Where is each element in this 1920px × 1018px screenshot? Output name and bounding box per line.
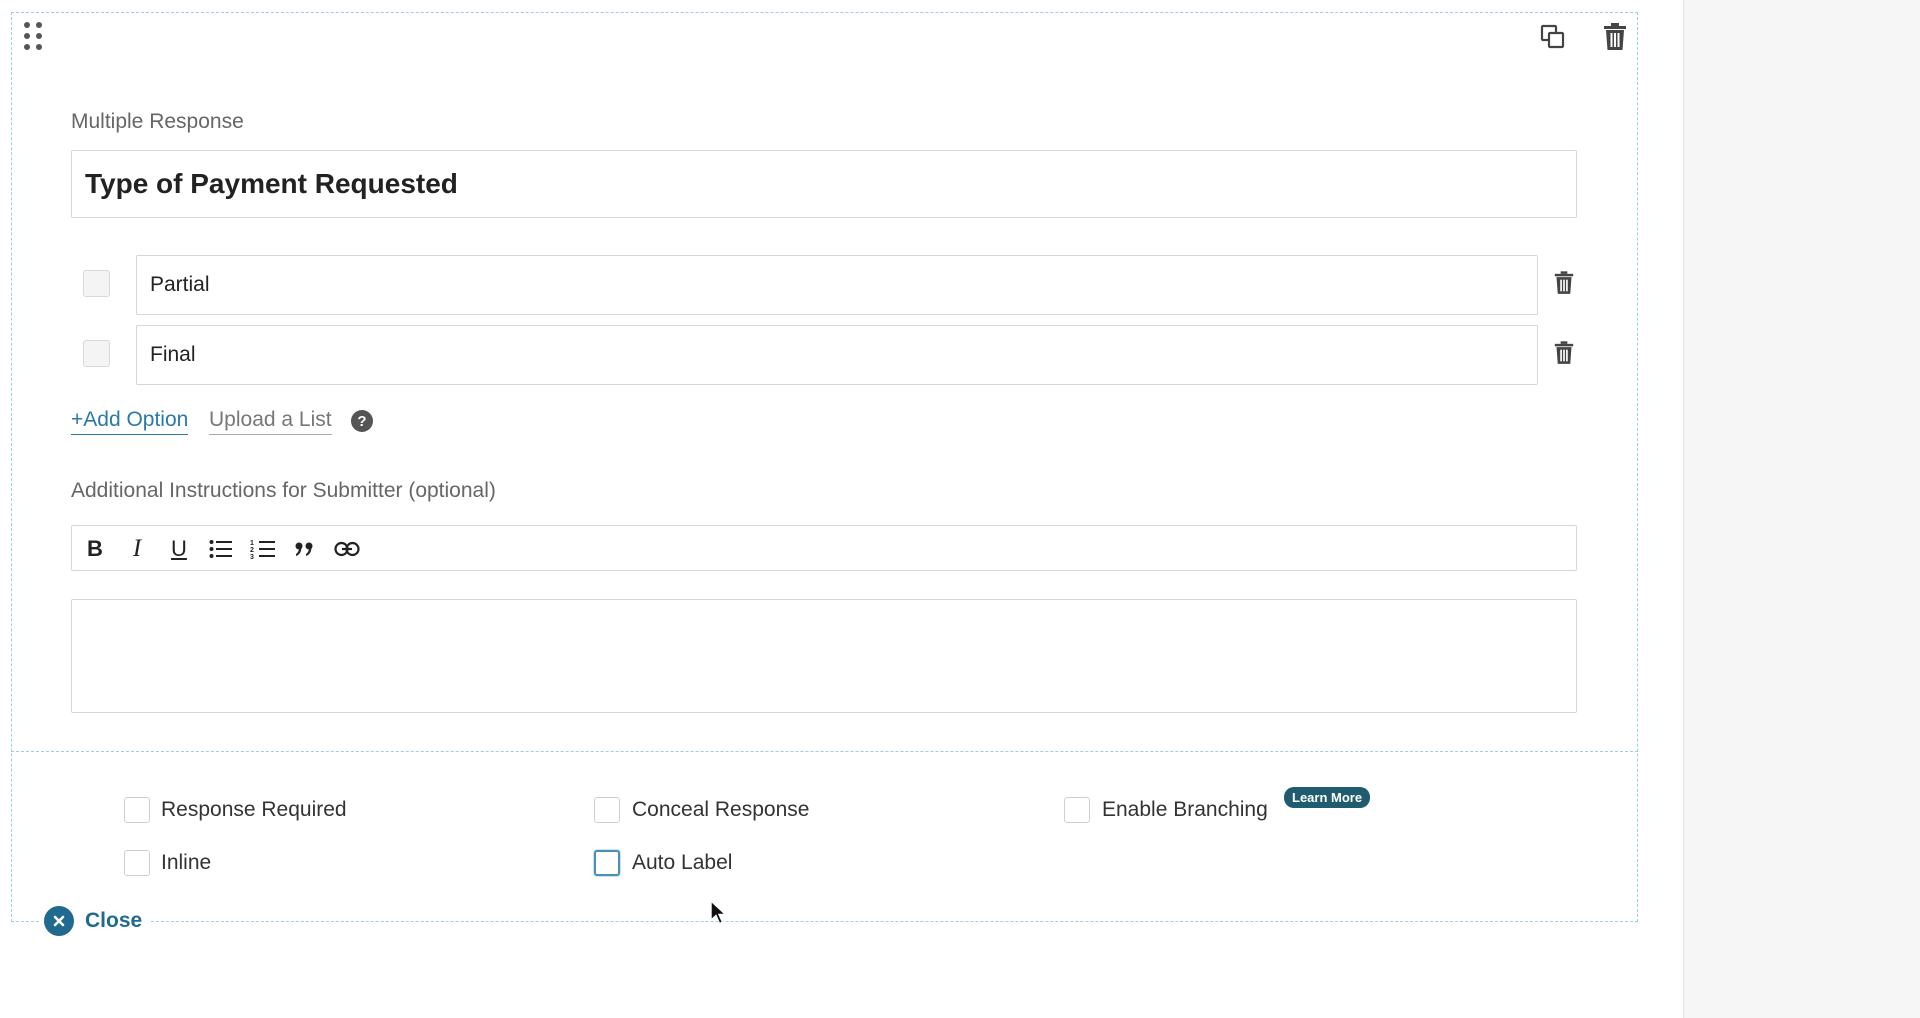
delete-option-icon[interactable]: [1551, 338, 1577, 368]
learn-more-badge[interactable]: Learn More: [1284, 787, 1371, 808]
instructions-editor[interactable]: [71, 599, 1577, 713]
conceal-response-checkbox[interactable]: [594, 797, 620, 823]
close-label: Close: [85, 909, 143, 932]
option-checkbox[interactable]: [83, 270, 110, 297]
inline-label[interactable]: Inline: [161, 851, 211, 875]
quote-icon[interactable]: [290, 534, 320, 564]
svg-text:2: 2: [250, 547, 254, 554]
delete-field-icon[interactable]: [1600, 22, 1630, 52]
conceal-response-label[interactable]: Conceal Response: [632, 798, 809, 822]
svg-text:3: 3: [250, 554, 254, 560]
enable-branching-label[interactable]: Enable Branching: [1102, 798, 1268, 822]
add-option-link[interactable]: +Add Option: [71, 408, 189, 435]
close-icon: [44, 906, 74, 936]
option-input[interactable]: [136, 325, 1538, 385]
response-required-label[interactable]: Response Required: [161, 798, 347, 822]
numbered-list-icon[interactable]: 1 2 3: [248, 534, 278, 564]
field-editor-card: [11, 12, 1638, 922]
option-checkbox[interactable]: [83, 340, 110, 367]
mouse-cursor-icon: [710, 899, 728, 931]
field-type-label: Multiple Response: [71, 110, 244, 133]
bulleted-list-icon[interactable]: [206, 534, 236, 564]
upload-list-link[interactable]: Upload a List: [209, 408, 332, 435]
duplicate-icon[interactable]: [1538, 22, 1568, 52]
drag-handle-icon[interactable]: [22, 22, 44, 54]
close-button[interactable]: Close: [40, 904, 151, 938]
option-input[interactable]: [136, 255, 1538, 315]
help-icon[interactable]: ?: [351, 410, 373, 432]
delete-option-icon[interactable]: [1551, 268, 1577, 298]
link-icon[interactable]: [332, 534, 362, 564]
svg-text:1: 1: [250, 540, 254, 547]
underline-button[interactable]: U: [164, 534, 194, 564]
response-required-checkbox[interactable]: [124, 797, 150, 823]
card-divider: [11, 751, 1638, 752]
bold-button[interactable]: B: [80, 534, 110, 564]
inline-checkbox[interactable]: [124, 850, 150, 876]
auto-label-checkbox[interactable]: [594, 850, 620, 876]
right-side-panel: [1683, 0, 1920, 1018]
auto-label-label[interactable]: Auto Label: [632, 851, 732, 875]
italic-button[interactable]: I: [122, 534, 152, 564]
question-title-input[interactable]: [71, 150, 1577, 218]
instructions-label: Additional Instructions for Submitter (o…: [71, 479, 496, 502]
rich-text-toolbar: B I U 1 2 3: [71, 525, 1577, 571]
enable-branching-checkbox[interactable]: [1064, 797, 1090, 823]
